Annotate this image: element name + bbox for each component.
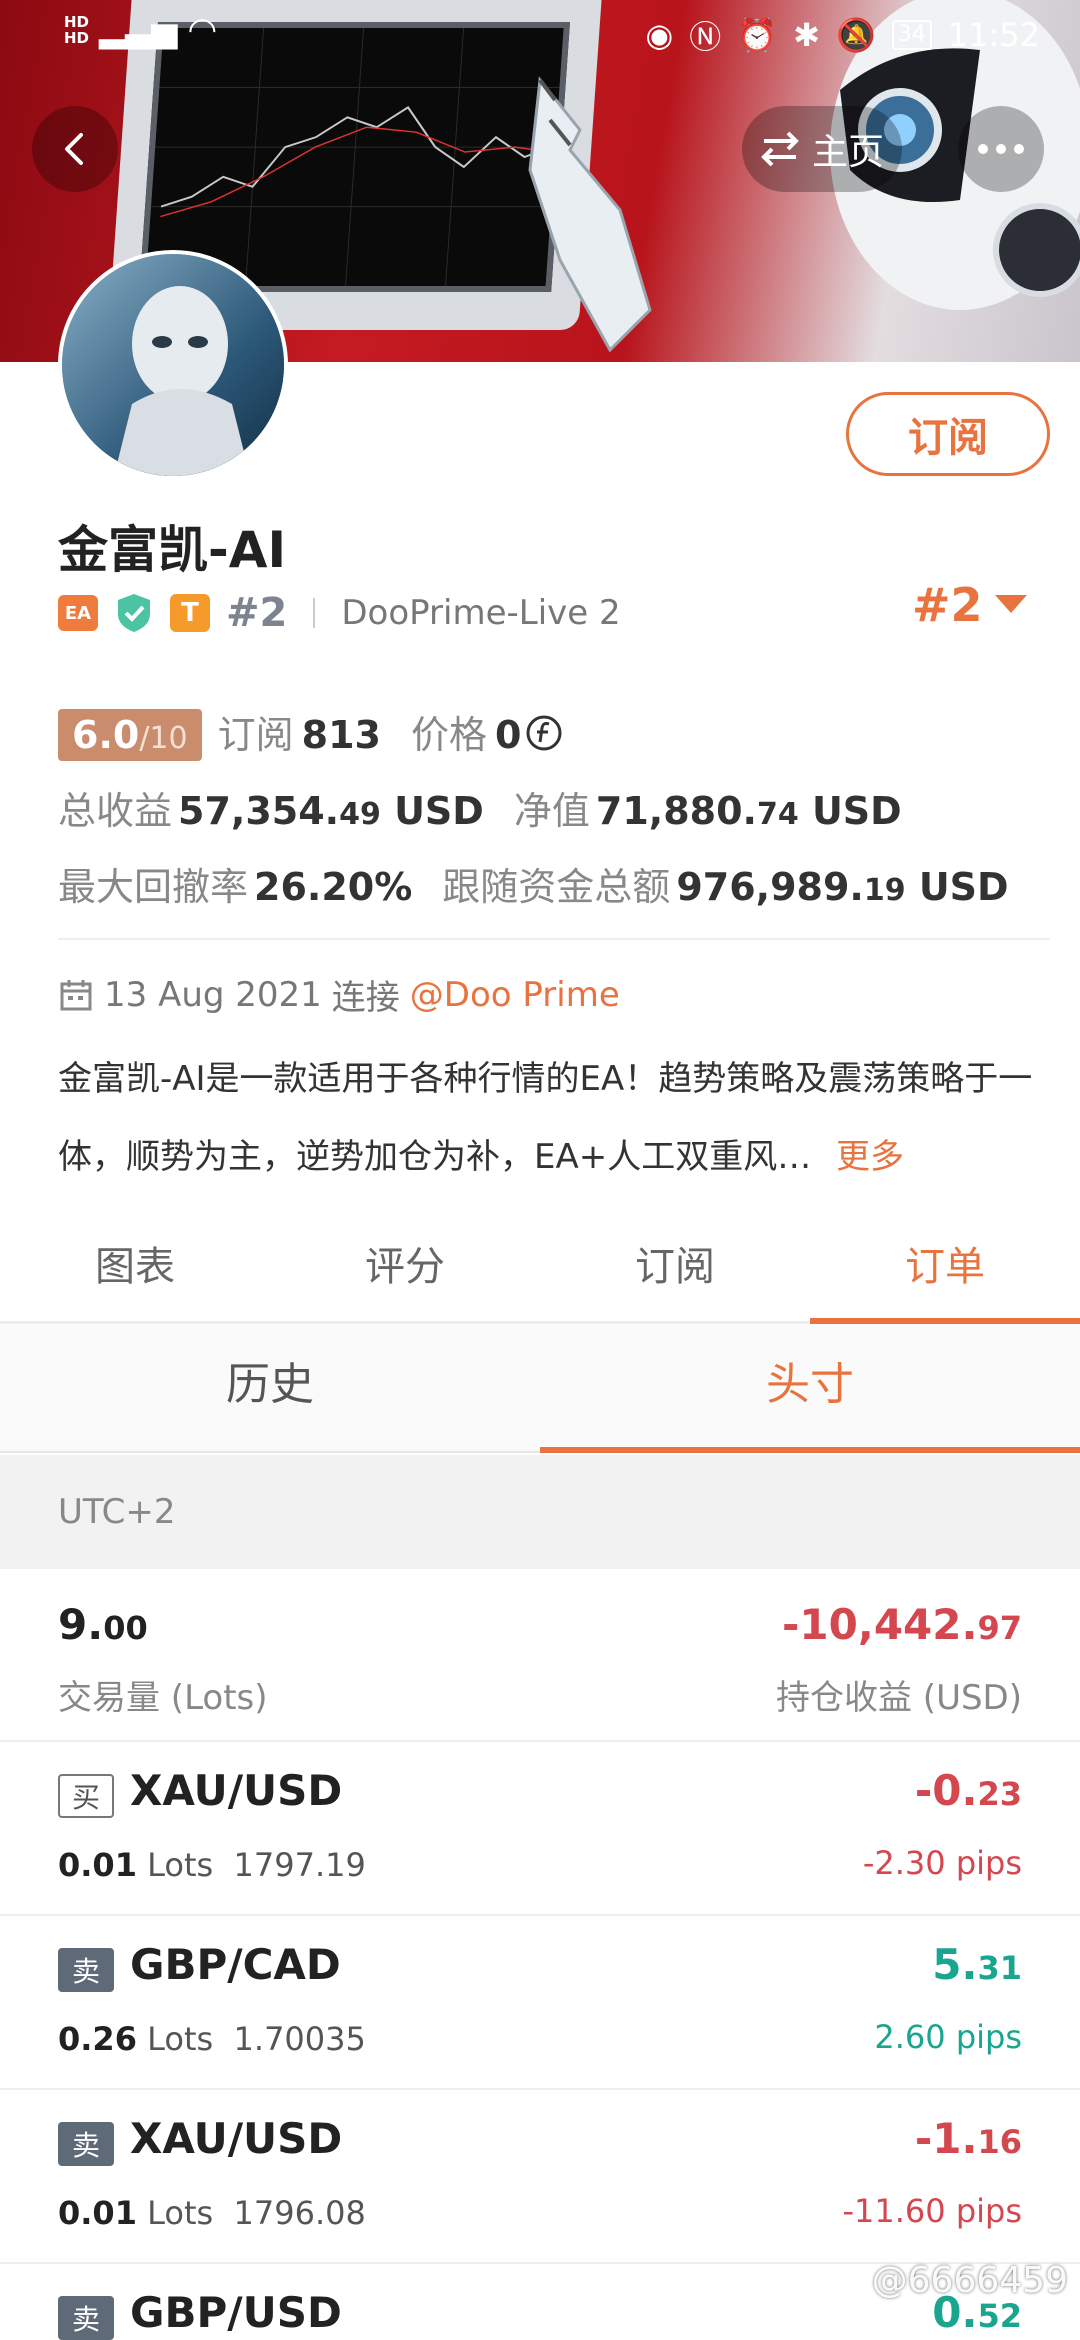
timezone-label: UTC+2 [0,1455,1080,1569]
position-pips: -2.30 pips [862,1844,1022,1882]
nfc-icon: Ⓝ [689,18,722,56]
more-button[interactable] [958,106,1044,192]
divider [313,598,316,628]
status-bar: HD HD ▂▃▅ ◠ ◉ Ⓝ ⏰ ✱ 🔕 34 11:52 [0,0,1080,70]
total-lots-value: 9.00 [58,1600,148,1649]
total-pnl-label: 持仓收益 (USD) [776,1678,1022,1718]
description: 金富凯-AI是一款适用于各种行情的EA！趋势策略及震荡策略于一体，顺势为主，逆势… [58,1040,1048,1196]
price-label: 价格 [410,713,487,757]
more-dots-icon [978,144,988,154]
network-indicator: HD HD [64,13,90,47]
alarm-icon: ⏰ [737,16,778,54]
subscribe-count: 813 [301,713,381,757]
total-profit-label: 总收益 [58,789,173,833]
shield-check-icon [118,594,150,632]
home-button[interactable]: 主页 [742,106,902,192]
position-pips: 2.60 pips [874,2018,1022,2056]
position-row[interactable]: 卖 XAU/USD 0.01 Lots 1796.08 -1.16 -11.60… [0,2092,1080,2264]
ea-badge: EA [58,595,98,631]
max-drawdown-value: 26.20% [254,865,413,909]
connect-date: 13 Aug 2021 [104,974,322,1015]
battery-indicator: 34 [891,20,932,50]
score-badge: 6.0/10 [58,709,202,761]
subtab-positions[interactable]: 头寸 [540,1325,1080,1453]
watermark: @6666459 [871,2260,1068,2301]
connect-row: 13 Aug 2021 连接 @Doo Prime [58,970,620,1019]
tab-orders[interactable]: 订单 [810,1222,1080,1324]
equity-value: 71,880.74 USD [595,789,902,833]
follow-funds-value: 976,989.19 USD [676,865,1009,909]
side-badge-sell: 卖 [58,2122,114,2166]
positions-summary: 9.00 交易量 (Lots) -10,442.97 持仓收益 (USD) [0,1570,1080,1742]
follow-funds-label: 跟随资金总额 [442,865,671,909]
side-badge-sell: 卖 [58,1948,114,1992]
calendar-icon [60,979,92,1010]
tab-rating[interactable]: 评分 [270,1222,540,1321]
position-pnl: 5.31 [932,1940,1022,1989]
profit-row: 总收益 57,354.49 USD 净值 71,880.74 USD [58,780,902,835]
position-row[interactable]: 卖 GBP/CAD 0.26 Lots 1.70035 5.31 2.60 pi… [0,1918,1080,2090]
tab-chart[interactable]: 图表 [0,1222,270,1321]
currency-f-icon [526,715,562,750]
robot-hand-image [528,76,652,353]
score-row: 6.0/10 订阅 813 价格 0 [58,704,563,761]
subscribe-count-label: 订阅 [217,713,294,757]
symbol: XAU/USD [130,1766,343,1815]
equity-label: 净值 [513,789,590,833]
position-pnl: -0.23 [914,1766,1022,1815]
badge-row: EA T #2 DooPrime-Live 2 [58,588,621,638]
wifi-icon: ◠ [187,10,218,50]
triangle-down-icon [994,595,1027,613]
total-profit-value: 57,354.49 USD [178,789,484,833]
symbol: GBP/CAD [130,1940,341,1989]
trader-name: 金富凯-AI [58,521,287,579]
back-button[interactable] [32,106,118,192]
position-pnl: -1.16 [914,2114,1022,2163]
more-link[interactable]: 更多 [836,1137,904,1177]
drawdown-row: 最大回撤率 26.20% 跟随资金总额 976,989.19 USD [58,856,1009,911]
broker-link[interactable]: @Doo Prime [410,975,620,1015]
total-lots-label: 交易量 (Lots) [58,1678,268,1718]
divider [58,938,1050,940]
total-pnl-value: -10,442.97 [782,1600,1022,1649]
connect-label: 连接 [331,978,400,1018]
signal-icon: ▂▃▅ [99,10,178,50]
main-tabs: 图表 评分 订阅 订单 [0,1222,1080,1324]
tab-subscribe[interactable]: 订阅 [540,1222,810,1321]
rank-value: #2 [912,578,983,632]
mute-icon: 🔕 [835,16,876,54]
rank-label: #2 [226,590,288,636]
rank-dropdown[interactable]: #2 [912,578,1027,632]
side-badge-buy: 买 [58,1774,114,1818]
position-detail: 0.01 Lots 1796.08 [58,2194,366,2232]
robot-avatar-image [62,254,284,476]
eye-icon: ◉ [645,16,674,54]
subscribe-button[interactable]: 订阅 [846,392,1050,476]
back-arrow-icon [65,133,83,165]
clock: 11:52 [947,16,1040,54]
subtab-history[interactable]: 历史 [0,1325,540,1451]
side-badge-sell: 卖 [58,2296,114,2340]
position-detail: 0.01 Lots 1797.19 [58,1846,366,1884]
position-detail: 0.26 Lots 1.70035 [58,2020,366,2058]
t-badge: T [170,594,210,632]
max-drawdown-label: 最大回撤率 [58,865,249,909]
bluetooth-icon: ✱ [793,16,820,54]
order-subtabs: 历史 头寸 [0,1325,1080,1453]
position-row[interactable]: 买 XAU/USD 0.01 Lots 1797.19 -0.23 -2.30 … [0,1744,1080,1916]
swap-arrows-icon [761,131,799,167]
server-name: DooPrime-Live 2 [341,593,621,633]
avatar[interactable] [58,250,288,480]
position-pips: -11.60 pips [842,2192,1022,2230]
symbol: XAU/USD [130,2114,343,2163]
home-label: 主页 [811,132,884,173]
price-value: 0 [494,713,522,757]
symbol: GBP/USD [130,2288,342,2337]
